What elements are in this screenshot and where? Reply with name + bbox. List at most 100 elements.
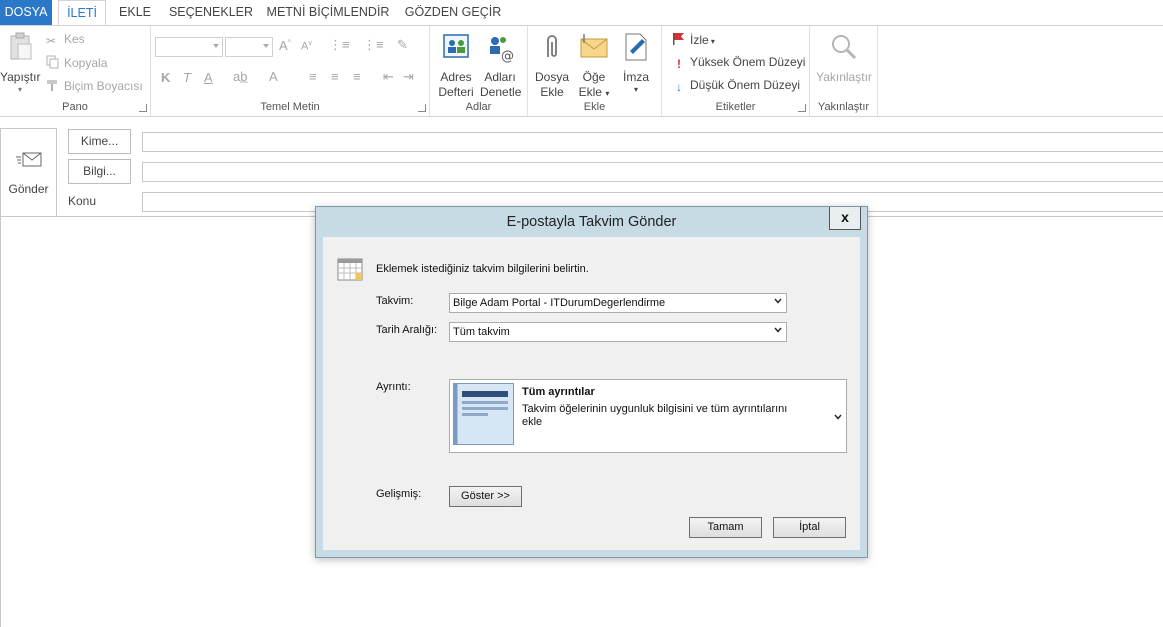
shrink-font-icon[interactable]: Av [301,40,312,53]
chevron-down-icon [263,44,269,48]
tab-ileti[interactable]: İLETİ [58,0,106,26]
zoom-button[interactable]: Yakınlaştır [812,31,876,85]
show-button[interactable]: Göster >> [449,486,522,507]
chevron-down-icon: ▾ [708,37,715,46]
numbering-icon[interactable]: ⋮≡ [363,37,384,53]
group-adlar: Adres Defteri @ Adları Denetle Adlar [430,26,528,116]
detail-select[interactable]: Tüm ayrıntılar Takvim öğelerinin uygunlu… [449,379,847,453]
high-importance-label: Yüksek Önem Düzeyi [690,55,806,69]
send-envelope-icon [15,152,41,167]
clipboard-icon [10,32,32,60]
arrow-down-icon: ↓ [676,80,682,94]
exclamation-icon: ! [677,57,681,71]
follow-up-button[interactable]: İzle ▾ [672,32,715,47]
highlight-icon[interactable]: ab̲ [233,69,247,84]
attach-item-label-2: Ekle [578,85,602,99]
signature-label: İmza [622,70,649,84]
low-importance-label: Düşük Önem Düzeyi [690,78,801,92]
advanced-label: Gelişmiş: [376,488,422,500]
check-names-label-2: Denetle [480,85,522,99]
group-label-adlar: Adlar [465,101,492,113]
calendar-label: Takvim: [376,295,414,307]
cut-button[interactable]: ✂ Kes [46,32,85,48]
group-label-etiketler: Etiketler [715,101,756,113]
bullets-icon[interactable]: ⋮≡ [329,37,350,53]
grow-font-icon[interactable]: A^ [279,38,291,53]
attach-item-button[interactable]: Öğe Ekle ▾ [574,31,614,101]
detail-desc-1: Takvim öğelerinin uygunluk bilgisini ve … [522,403,788,415]
full-details-icon [453,383,514,445]
copy-button[interactable]: Kopyala [46,55,107,70]
detail-desc-2: ekle [522,416,543,428]
tab-metni-bicimlendir[interactable]: METNİ BİÇİMLENDİR [264,0,392,25]
underline-button[interactable]: A [204,70,213,85]
signature-button[interactable]: İmza ▾ [616,31,656,95]
date-range-select[interactable]: Tüm takvim [449,322,787,342]
detail-label: Ayrıntı: [376,381,411,393]
attach-file-button[interactable]: Dosya Ekle [532,31,572,100]
tab-dosya[interactable]: DOSYA [0,0,52,25]
paste-label: Yapıştır [0,70,41,84]
font-size-combo[interactable] [225,37,273,57]
tab-secenekler[interactable]: SEÇENEKLER [166,0,256,25]
align-right-icon[interactable]: ≡ [353,69,361,84]
group-label-pano: Pano [62,101,88,113]
compose-header: Gönder Kime... Bilgi... Konu [0,117,1163,221]
font-name-combo[interactable] [155,37,223,57]
dialog-body: Eklemek istediğiniz takvim bilgilerini b… [323,237,860,550]
increase-indent-icon[interactable]: ⇥ [403,69,414,85]
cancel-button[interactable]: İptal [773,517,846,538]
group-ekle: Dosya Ekle Öğe Ekle ▾ İmza ▾ Ekle [528,26,662,116]
format-painter-button[interactable]: Biçim Boyacısı [46,78,143,93]
ok-button[interactable]: Tamam [689,517,762,538]
address-book-label-2: Defteri [438,85,474,99]
signature-icon [625,33,647,61]
instruction-text: Eklemek istediğiniz takvim bilgilerini b… [376,263,589,275]
cc-field[interactable] [142,162,1163,182]
etiketler-launcher-icon[interactable] [798,104,806,112]
envelope-icon [580,34,608,58]
pano-launcher-icon[interactable] [139,104,147,112]
send-button[interactable]: Gönder [0,128,57,221]
send-calendar-dialog: E-postayla Takvim Gönder x Eklemek isted… [315,206,868,558]
font-color-button[interactable]: A [269,69,278,84]
date-range-label: Tarih Aralığı: [376,324,438,336]
check-names-icon: @ [490,37,514,64]
align-center-icon[interactable]: ≡ [331,69,339,84]
to-field[interactable] [142,132,1163,152]
cut-label: Kes [64,32,85,46]
temel-metin-launcher-icon[interactable] [418,104,426,112]
outlook-message-window: DOSYA İLETİ EKLE SEÇENEKLER METNİ BİÇİML… [0,0,1163,627]
decrease-indent-icon[interactable]: ⇤ [383,69,394,85]
to-button[interactable]: Kime... [68,129,131,154]
zoom-label: Yakınlaştır [816,70,872,84]
cc-button[interactable]: Bilgi... [68,159,131,184]
bold-button[interactable]: K [161,70,170,85]
calendar-select[interactable]: Bilge Adam Portal - ITDurumDegerlendirme [449,293,787,313]
paste-dropdown-icon: ▾ [17,85,22,94]
align-left-icon[interactable]: ≡ [309,69,317,84]
italic-button[interactable]: T [183,70,191,85]
tab-ekle[interactable]: EKLE [112,0,158,25]
chevron-down-icon [774,298,782,304]
address-book-icon [443,34,469,58]
group-yakinlastir: Yakınlaştır Yakınlaştır [810,26,878,116]
high-importance-button[interactable]: ! Yüksek Önem Düzeyi [672,55,805,71]
copy-icon [46,55,59,69]
attach-file-label-2: Ekle [540,85,564,99]
paintbrush-icon [47,80,57,91]
group-label-temel-metin: Temel Metin [260,101,320,113]
address-book-button[interactable]: Adres Defteri [436,31,476,100]
paste-button[interactable]: Yapıştır ▾ [0,31,40,95]
close-button[interactable]: x [829,207,861,230]
clear-formatting-icon[interactable]: ✎ [397,37,408,53]
detail-title: Tüm ayrıntılar [522,386,595,398]
address-book-label-1: Adres [440,70,472,84]
chevron-down-icon [213,44,219,48]
close-icon: x [841,209,849,225]
check-names-button[interactable]: @ Adları Denetle [480,31,522,100]
chevron-down-icon [834,414,842,420]
send-label: Gönder [8,182,49,196]
tab-gozden-gecir[interactable]: GÖZDEN GEÇİR [402,0,504,25]
low-importance-button[interactable]: ↓ Düşük Önem Düzeyi [672,78,800,94]
